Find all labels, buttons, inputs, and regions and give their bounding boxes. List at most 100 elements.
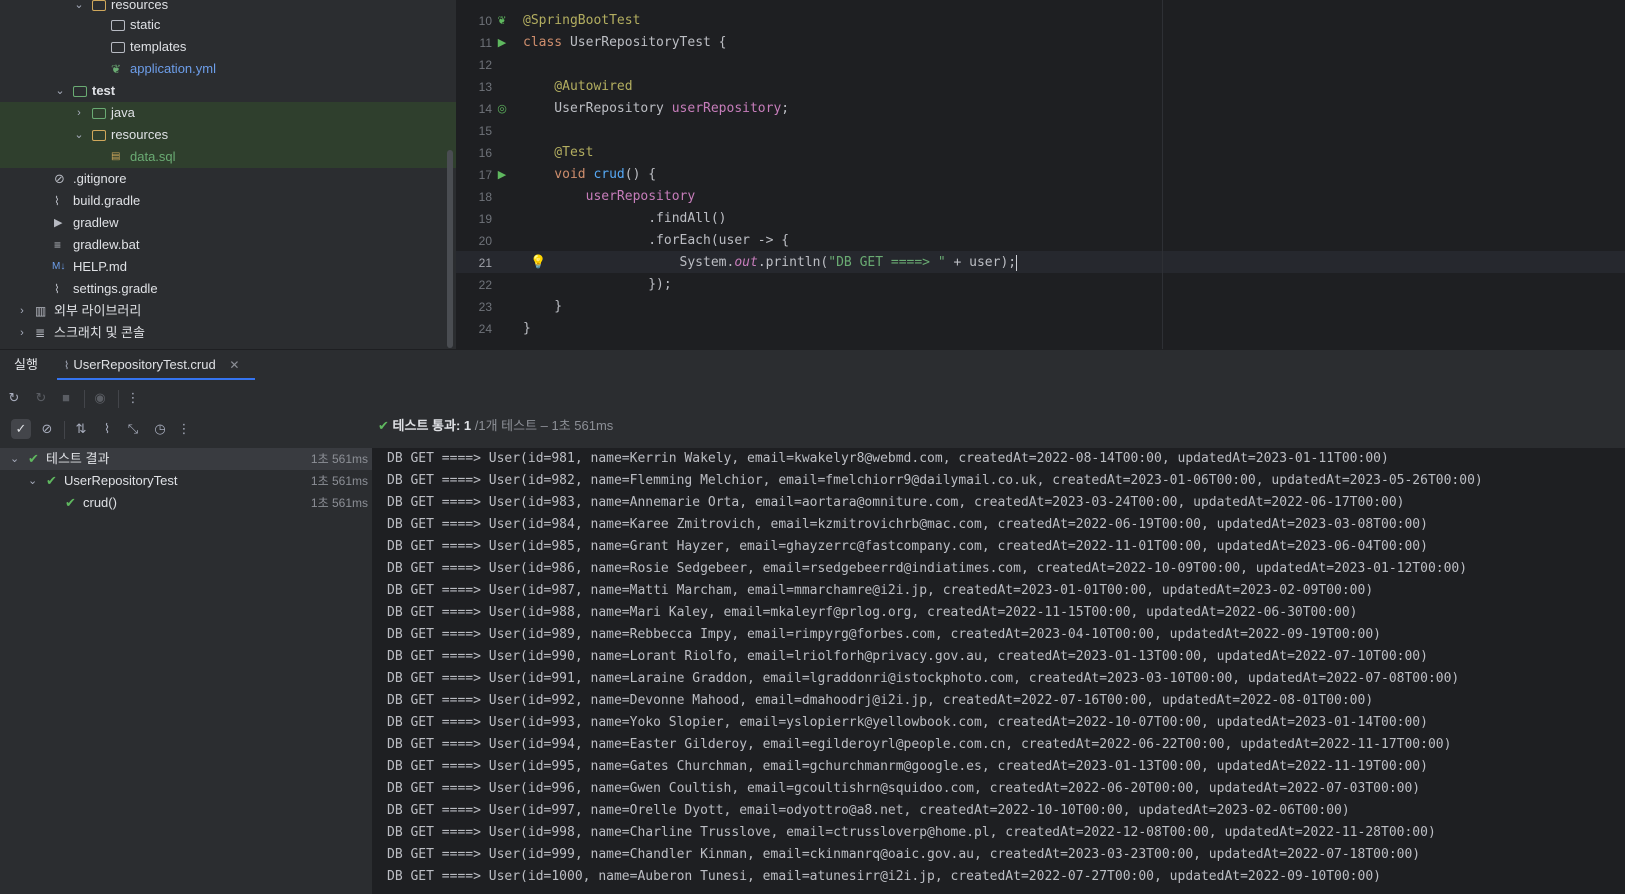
tree-item-test-resources[interactable]: ⌄ resources — [0, 124, 456, 146]
line-number: 22 — [478, 278, 492, 292]
tree-scrollbar[interactable] — [447, 150, 453, 348]
toolbar-separator — [118, 390, 119, 408]
tab-run-config[interactable]: ⌇ UserRepositoryTest.crud ✕ — [64, 350, 239, 380]
chevron-right-icon[interactable]: › — [15, 322, 29, 344]
tree-item-label: 스크래치 및 콘솔 — [54, 325, 145, 340]
stop-icon[interactable]: ■ — [56, 388, 76, 408]
tree-item-label: static — [130, 17, 161, 32]
console-line: DB GET ====> User(id=999, name=Chandler … — [387, 847, 1421, 862]
console-line: DB GET ====> User(id=981, name=Kerrin Wa… — [387, 451, 1389, 466]
tree-item-scratches[interactable]: › ≣ 스크래치 및 콘솔 — [0, 322, 456, 344]
folder-icon — [92, 108, 106, 119]
chevron-right-icon[interactable]: › — [15, 300, 29, 322]
spring-config-file-icon: ❦ — [111, 62, 122, 76]
console-line: DB GET ====> User(id=989, name=Rebbecca … — [387, 627, 1381, 642]
library-icon: ▥ — [35, 304, 47, 318]
code-token: () { — [624, 167, 657, 182]
code-line-14: UserRepository userRepository; — [523, 98, 789, 120]
tree-item-external-libraries[interactable]: › ▥ 외부 라이브러리 — [0, 300, 456, 322]
console-line: DB GET ====> User(id=992, name=Devonne M… — [387, 693, 1374, 708]
close-icon[interactable]: ✕ — [229, 358, 239, 372]
code-line-21: System.out.println("DB GET ====> " + use… — [523, 252, 1018, 274]
tree-item-label: build.gradle — [73, 193, 141, 208]
code-line-23: } — [523, 296, 562, 318]
tree-item-build-gradle[interactable]: ⌇ build.gradle — [0, 190, 456, 212]
resources-folder-icon — [92, 130, 106, 141]
line-number: 18 — [478, 190, 492, 204]
folder-icon — [111, 20, 125, 31]
console-line: DB GET ====> User(id=991, name=Laraine G… — [387, 671, 1460, 686]
code-token: System. — [523, 255, 735, 270]
more-options-icon[interactable]: ⋮ — [123, 388, 143, 408]
code-token: @Autowired — [523, 79, 633, 94]
text-caret — [1016, 254, 1018, 271]
tree-item-gradlew-bat[interactable]: ≡ gradlew.bat — [0, 234, 456, 256]
eye-icon[interactable]: ◉ — [90, 388, 110, 408]
tree-item-gitignore[interactable]: ⊘ .gitignore — [0, 168, 456, 190]
gradle-file-icon: ⌇ — [54, 194, 60, 208]
run-test-icon[interactable]: ▶ — [496, 169, 508, 181]
code-token: UserRepositoryTest { — [562, 35, 727, 50]
code-token: .println( — [757, 255, 829, 270]
console-line: DB GET ====> User(id=984, name=Karee Zmi… — [387, 517, 1428, 532]
script-file-icon: ▶ — [54, 217, 63, 229]
project-tree: ⌄ resources static templates ❦ applicati… — [0, 0, 456, 349]
tree-item-label: templates — [130, 39, 187, 54]
tab-run[interactable]: 실행 — [14, 350, 38, 380]
console-line: DB GET ====> User(id=995, name=Gates Chu… — [387, 759, 1428, 774]
test-class-row[interactable]: ⌄ ✔ UserRepositoryTest 1초 561ms — [0, 470, 372, 492]
tree-item-templates[interactable]: templates — [0, 36, 456, 58]
test-method-row[interactable]: ✔ crud() 1초 561ms — [0, 492, 372, 514]
more-options-icon[interactable]: ⋮ — [174, 419, 194, 439]
folder-icon — [111, 42, 125, 53]
text-file-icon: ≡ — [54, 238, 62, 252]
code-token: ; — [781, 101, 790, 116]
autowired-bean-icon[interactable]: ◎ — [496, 103, 508, 115]
tree-item-gradlew[interactable]: ▶ gradlew — [0, 212, 456, 234]
show-passed-icon[interactable]: ✓ — [11, 419, 31, 439]
code-token: void — [523, 167, 586, 182]
chevron-right-icon[interactable]: › — [72, 102, 86, 124]
code-editor[interactable]: 10 11 12 13 14 15 16 17 18 19 20 21 22 2… — [456, 0, 1625, 349]
tree-item-help-md[interactable]: M↓ HELP.md — [0, 256, 456, 278]
code-token: crud — [585, 167, 625, 182]
tree-item-settings-gradle[interactable]: ⌇ settings.gradle — [0, 278, 456, 300]
tree-item-application-yml[interactable]: ❦ application.yml — [0, 58, 456, 80]
import-tests-icon[interactable]: ⌇ — [97, 419, 117, 439]
code-line-19: .findAll() — [523, 208, 727, 230]
tree-item-java[interactable]: › java — [0, 102, 456, 124]
code-token: }); — [523, 277, 672, 292]
sort-icon[interactable]: ⇅ — [71, 419, 91, 439]
chevron-down-icon[interactable]: ⌄ — [28, 470, 37, 492]
test-results-tree: ⌄ ✔ 테스트 결과 1초 561ms ⌄ ✔ UserRepositoryTe… — [0, 448, 372, 894]
chevron-down-icon[interactable]: ⌄ — [72, 124, 86, 146]
console-line: DB GET ====> User(id=998, name=Charline … — [387, 825, 1436, 840]
run-test-icon[interactable]: ▶ — [496, 37, 508, 49]
show-ignored-icon[interactable]: ⊘ — [37, 419, 57, 439]
code-token: } — [523, 299, 563, 314]
code-token: .findAll() — [523, 211, 727, 226]
code-token: .forEach(user -> { — [523, 233, 790, 248]
test-results-root[interactable]: ⌄ ✔ 테스트 결과 1초 561ms — [0, 448, 372, 470]
right-margin-guide — [1162, 0, 1163, 349]
tree-item-label: 외부 라이브러리 — [54, 303, 142, 318]
console-output[interactable]: DB GET ====> User(id=981, name=Kerrin Wa… — [372, 448, 1625, 894]
rerun-failed-icon[interactable]: ↻ — [31, 388, 51, 408]
chevron-down-icon[interactable]: ⌄ — [53, 80, 67, 102]
tree-item-label: test — [92, 83, 116, 98]
tree-item-data-sql[interactable]: ▤ data.sql — [0, 146, 456, 168]
spring-bean-icon[interactable]: ❦ — [496, 15, 508, 27]
test-duration: 1초 561ms — [310, 452, 368, 466]
collapse-all-icon[interactable]: ⤡ — [123, 419, 143, 439]
tree-item-label: java — [111, 105, 135, 120]
console-line: DB GET ====> User(id=997, name=Orelle Dy… — [387, 803, 1350, 818]
code-token: } — [523, 321, 531, 336]
tree-item-label: .gitignore — [73, 171, 127, 186]
chevron-down-icon[interactable]: ⌄ — [10, 448, 19, 470]
tree-item-static[interactable]: static — [0, 14, 456, 36]
code-line-18: userRepository — [523, 186, 696, 208]
history-icon[interactable]: ◷ — [150, 419, 170, 439]
tree-item-test[interactable]: ⌄ test — [0, 80, 456, 102]
rerun-icon[interactable]: ↻ — [4, 388, 24, 408]
code-line-20: .forEach(user -> { — [523, 230, 789, 252]
